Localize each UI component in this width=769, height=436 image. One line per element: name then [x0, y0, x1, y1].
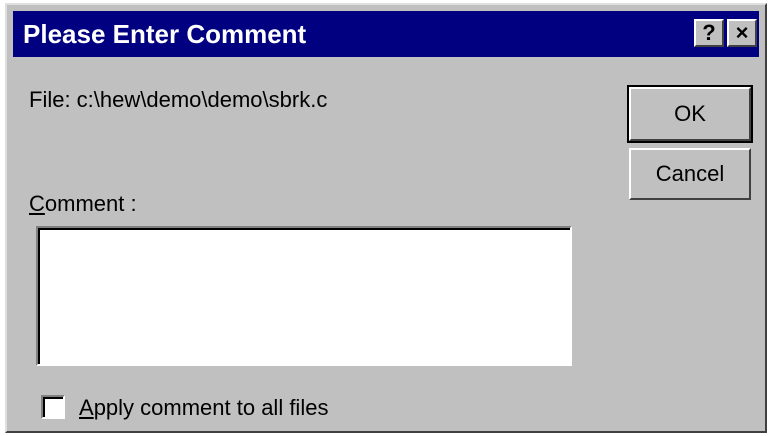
apply-all-mnemonic: A [79, 395, 94, 420]
apply-all-checkbox[interactable] [41, 395, 65, 419]
comment-label: Comment : [29, 191, 137, 217]
comment-label-text: omment : [44, 191, 137, 216]
comment-input[interactable] [36, 226, 572, 366]
comment-label-mnemonic: C [29, 191, 45, 216]
close-button[interactable]: × [727, 19, 757, 47]
help-button[interactable]: ? [694, 19, 724, 47]
apply-all-label-text: pply comment to all files [93, 395, 329, 420]
cancel-button[interactable]: Cancel [629, 148, 751, 200]
title-bar[interactable]: Please Enter Comment ? × [13, 11, 759, 57]
dialog-title: Please Enter Comment [23, 19, 307, 49]
apply-all-label[interactable]: Apply comment to all files [79, 395, 328, 421]
close-icon: × [735, 20, 749, 45]
comment-dialog: Please Enter Comment ? × File: c:\hew\de… [5, 3, 767, 433]
question-mark-icon: ? [702, 20, 716, 45]
ok-button[interactable]: OK [627, 85, 753, 143]
file-path-label: File: c:\hew\demo\demo\sbrk.c [29, 87, 328, 112]
